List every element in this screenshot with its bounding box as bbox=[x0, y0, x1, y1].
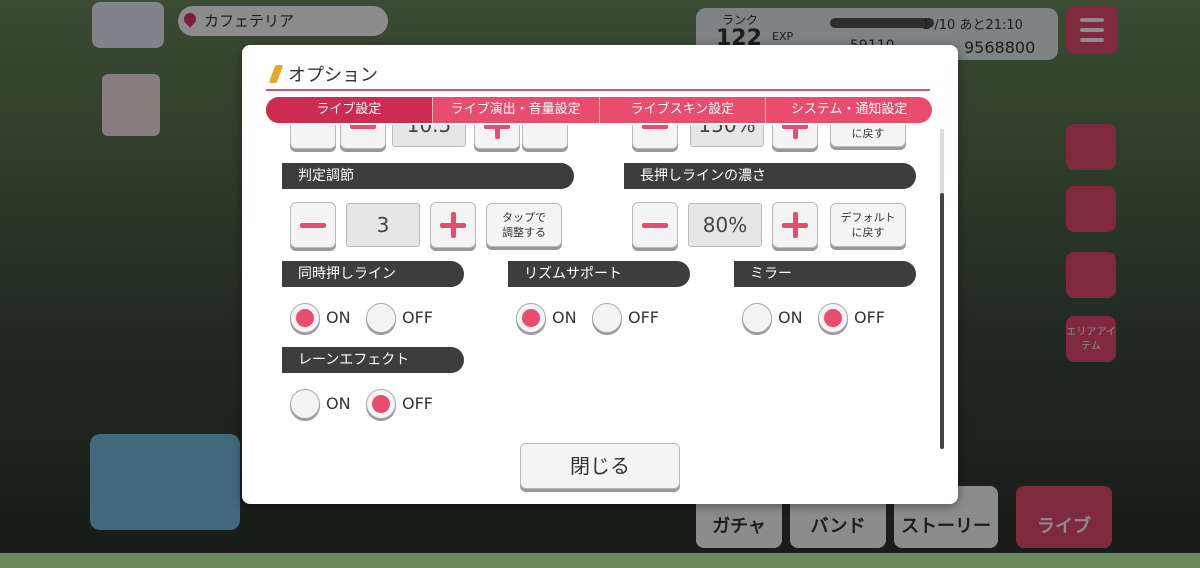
speed-value: 10.5 bbox=[392, 125, 466, 147]
lane-effect-on-radio[interactable] bbox=[290, 389, 320, 419]
long-line-minus-button[interactable] bbox=[632, 202, 678, 248]
size-plus-button[interactable] bbox=[772, 125, 818, 149]
simultaneous-on-radio[interactable] bbox=[290, 303, 320, 333]
tab-live-skin[interactable]: ライブスキン設定 bbox=[598, 97, 766, 123]
speed-decrement-prev-button[interactable] bbox=[290, 125, 336, 149]
rhythm-header: リズムサポート bbox=[508, 261, 690, 287]
mirror-off-radio[interactable] bbox=[818, 303, 848, 333]
long-line-header: 長押しラインの濃さ bbox=[624, 163, 916, 189]
rhythm-off-label: OFF bbox=[628, 308, 659, 327]
title-divider bbox=[266, 89, 930, 91]
rhythm-on-label: ON bbox=[552, 308, 577, 327]
pen-icon bbox=[268, 65, 284, 83]
judge-value: 3 bbox=[346, 203, 420, 247]
mirror-on-radio[interactable] bbox=[742, 303, 772, 333]
lane-effect-off-radio[interactable] bbox=[366, 389, 396, 419]
tab-live-settings[interactable]: ライブ設定 bbox=[266, 97, 432, 123]
simultaneous-header: 同時押しライン bbox=[282, 261, 464, 287]
judge-plus-button[interactable] bbox=[430, 202, 476, 248]
speed-plus-button[interactable] bbox=[474, 125, 520, 149]
options-dialog: オプション ライブ設定 ライブ演出・音量設定 ライブスキン設定 システム・通知設… bbox=[242, 45, 958, 504]
settings-scroll-area[interactable]: 10.5 150% に戻す 判定調節 3 タップで 調整する 長押しラインの濃さ… bbox=[242, 125, 942, 435]
simultaneous-off-label: OFF bbox=[402, 308, 433, 327]
rhythm-on-radio[interactable] bbox=[516, 303, 546, 333]
tap-adjust-button[interactable]: タップで 調整する bbox=[486, 203, 562, 247]
speed-minus-button[interactable] bbox=[340, 125, 386, 149]
rhythm-off-radio[interactable] bbox=[592, 303, 622, 333]
mirror-header: ミラー bbox=[734, 261, 916, 287]
long-line-plus-button[interactable] bbox=[772, 202, 818, 248]
mirror-on-label: ON bbox=[778, 308, 803, 327]
options-tabs: ライブ設定 ライブ演出・音量設定 ライブスキン設定 システム・通知設定 bbox=[266, 97, 932, 123]
judge-minus-button[interactable] bbox=[290, 202, 336, 248]
simultaneous-on-label: ON bbox=[326, 308, 351, 327]
simultaneous-off-radio[interactable] bbox=[366, 303, 396, 333]
size-value: 150% bbox=[690, 125, 764, 147]
speed-increment-next-button[interactable] bbox=[522, 125, 568, 149]
dialog-title: オプション bbox=[288, 65, 378, 86]
size-reset-button[interactable]: に戻す bbox=[830, 125, 906, 147]
long-line-default-button[interactable]: デフォルト に戻す bbox=[830, 203, 906, 247]
close-button[interactable]: 閉じる bbox=[520, 443, 680, 489]
judge-header: 判定調節 bbox=[282, 163, 574, 189]
long-line-value: 80% bbox=[688, 203, 762, 247]
mirror-off-label: OFF bbox=[854, 308, 885, 327]
tab-live-effects-volume[interactable]: ライブ演出・音量設定 bbox=[431, 97, 599, 123]
lane-effect-header: レーンエフェクト bbox=[282, 347, 464, 373]
lane-effect-off-label: OFF bbox=[402, 394, 433, 413]
tab-system-notification[interactable]: システム・通知設定 bbox=[765, 97, 932, 123]
lane-effect-on-label: ON bbox=[326, 394, 351, 413]
size-minus-button[interactable] bbox=[632, 125, 678, 149]
scrollbar-thumb[interactable] bbox=[940, 193, 944, 449]
